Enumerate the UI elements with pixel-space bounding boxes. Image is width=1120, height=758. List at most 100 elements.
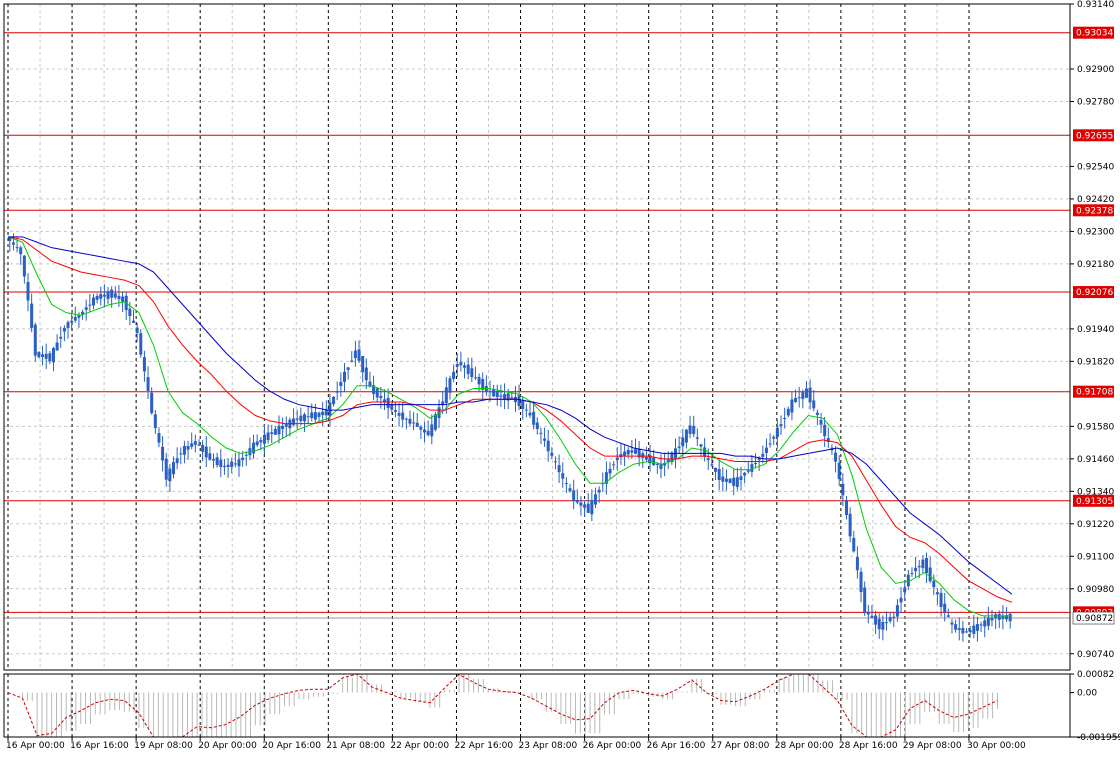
candle-body <box>186 445 190 450</box>
time-tick-label: 20 Apr 00:00 <box>198 741 257 751</box>
candle-body <box>161 446 165 461</box>
candle-body <box>983 620 987 627</box>
candle-body <box>117 295 121 300</box>
price-tick-label: 0.91940 <box>1077 325 1114 335</box>
candle-body <box>925 558 929 573</box>
candle-body <box>448 378 452 393</box>
candle-body <box>612 464 616 466</box>
candle-body <box>77 315 81 318</box>
candle-body <box>172 462 176 475</box>
price-tick-label: 0.90740 <box>1077 650 1114 660</box>
price-tick-label: 0.91580 <box>1077 422 1114 432</box>
candle-body <box>841 483 845 496</box>
candle-body <box>877 618 881 630</box>
candle-body <box>459 362 463 366</box>
candle-body <box>233 463 237 465</box>
horizontal-levels[interactable] <box>4 32 1070 619</box>
candle-body <box>219 459 223 467</box>
candle-body <box>153 414 157 429</box>
price-tick-label: 0.92900 <box>1077 65 1114 75</box>
candle-body <box>208 453 212 460</box>
candle-body <box>706 458 710 461</box>
candle-body <box>593 494 597 505</box>
candle-body <box>26 282 30 301</box>
time-tick-label: 30 Apr 00:00 <box>967 741 1026 751</box>
price-tick-label: 0.91220 <box>1077 520 1114 530</box>
candle-body <box>110 289 114 298</box>
candle-body <box>419 426 423 430</box>
candle-body <box>84 307 88 310</box>
candle-body <box>946 615 950 617</box>
candle-body <box>717 468 721 481</box>
candle-body <box>583 504 587 508</box>
candle-body <box>499 395 503 397</box>
candle-body <box>790 399 794 413</box>
candle-body <box>201 444 205 452</box>
time-tick-label: 19 Apr 08:00 <box>134 741 193 751</box>
candle-body <box>921 559 925 569</box>
candle-body <box>961 628 965 634</box>
candle-body <box>139 333 143 355</box>
osc-tick-label: -0.001959 <box>1077 733 1120 743</box>
candle-body <box>746 470 750 472</box>
candle-body <box>848 513 852 537</box>
candle-body <box>644 456 648 460</box>
candle-body <box>241 457 245 461</box>
candle-body <box>935 592 939 595</box>
time-tick-label: 22 Apr 16:00 <box>454 741 513 751</box>
candle-body <box>230 461 234 467</box>
candle-body <box>815 412 819 415</box>
candle-body <box>463 365 467 368</box>
time-tick-label: 16 Apr 00:00 <box>6 741 65 751</box>
candle-body <box>401 412 405 420</box>
candle-body <box>754 463 758 465</box>
main-panel-frame <box>3 3 1071 671</box>
candle-body <box>695 437 699 439</box>
candle-body <box>808 387 812 403</box>
candle-body <box>866 611 870 615</box>
oscillator-panel <box>7 673 998 738</box>
price-chart[interactable]: 0.931400.929000.927800.925400.924200.923… <box>0 0 1120 758</box>
candle-body <box>204 446 208 458</box>
candle-body <box>888 617 892 622</box>
price-tick-label: 0.92540 <box>1077 162 1114 172</box>
candle-body <box>473 377 477 379</box>
time-tick-label: 26 Apr 16:00 <box>647 741 706 751</box>
candle-body <box>55 342 59 351</box>
candle-body <box>579 502 583 506</box>
candle-body <box>735 477 739 488</box>
candle-body <box>350 360 354 362</box>
candle-body <box>975 624 979 631</box>
candle-body <box>361 355 365 373</box>
candle-body <box>914 567 918 572</box>
candle-body <box>681 437 685 447</box>
candle-body <box>575 500 579 503</box>
candle-body <box>550 452 554 456</box>
candle-body <box>164 458 168 480</box>
candle-body <box>874 615 878 625</box>
time-axis: 16 Apr 00:00 16 Apr 16:00 19 Apr 08:00 20 A… <box>6 737 1026 751</box>
candle-body <box>652 457 656 466</box>
candle-body <box>33 324 37 356</box>
candle-body <box>73 316 77 321</box>
candle-body <box>659 464 663 469</box>
candle-body <box>168 468 172 482</box>
candle-body <box>244 454 248 456</box>
candle-body <box>146 377 150 391</box>
candle-body <box>317 412 321 417</box>
candle-body <box>903 587 907 593</box>
candle-body <box>222 466 226 468</box>
price-tick-label: 0.92180 <box>1077 260 1114 270</box>
candle-body <box>721 476 725 482</box>
candle-body <box>266 432 270 441</box>
candle-body <box>997 613 1001 620</box>
candle-body <box>37 351 41 358</box>
candle-body <box>455 364 459 367</box>
candle-body <box>524 409 528 411</box>
candle-body <box>732 477 736 486</box>
candle-body <box>590 500 594 515</box>
candle-body <box>495 391 499 398</box>
candle-body <box>979 624 983 626</box>
candle-body <box>310 412 314 419</box>
candle-body <box>299 415 303 422</box>
